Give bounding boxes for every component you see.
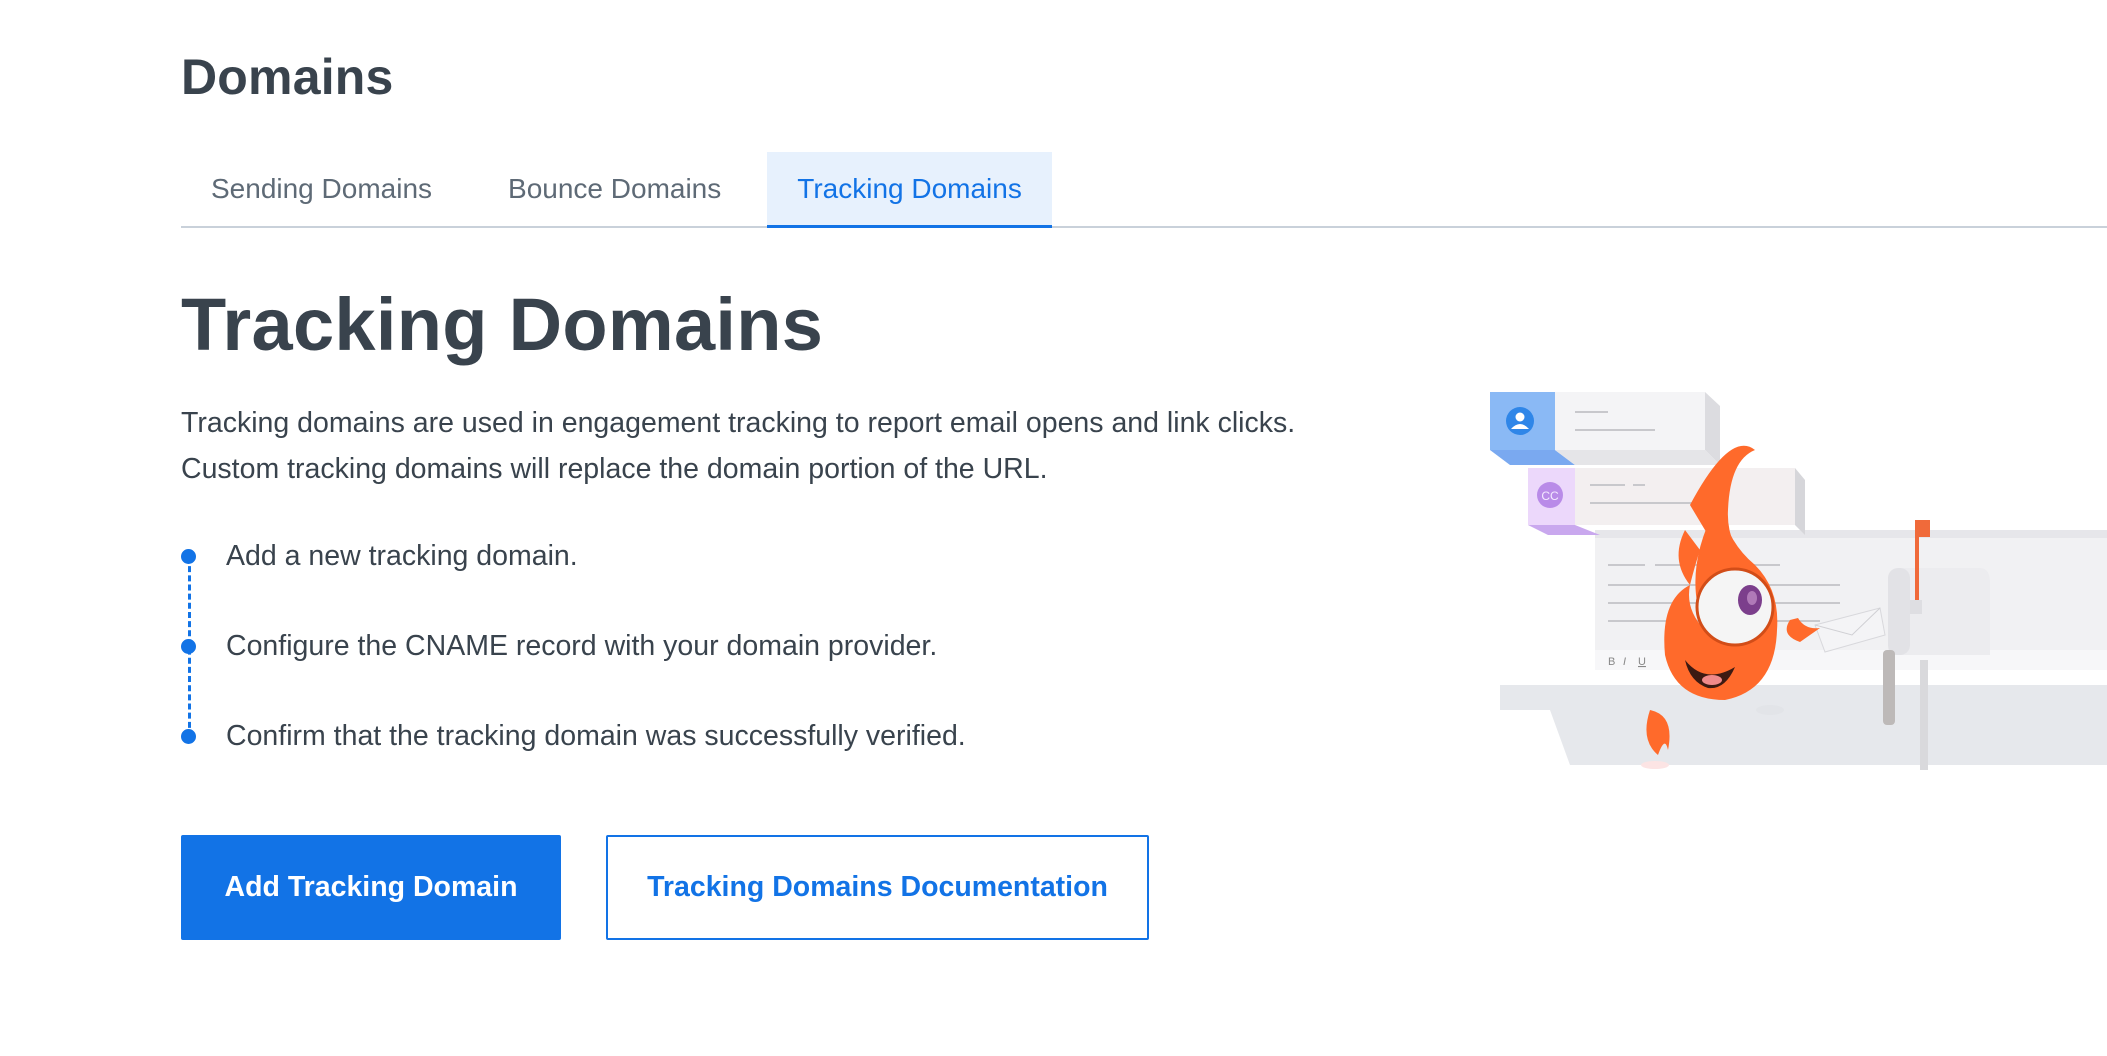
tab-tracking-domains[interactable]: Tracking Domains <box>767 152 1052 228</box>
recipient-card <box>1490 392 1720 465</box>
mascot-eye <box>1695 567 1775 647</box>
setup-steps: Add a new tracking domain. Configure the… <box>181 535 966 805</box>
step-text: Configure the CNAME record with your dom… <box>226 630 938 662</box>
bold-icon: B <box>1608 656 1615 668</box>
section-title: Tracking Domains <box>181 283 824 366</box>
domain-tabs: Sending Domains Bounce Domains Tracking … <box>181 152 2107 228</box>
tab-bounce-domains[interactable]: Bounce Domains <box>478 152 751 226</box>
step-dot-icon <box>181 549 196 564</box>
page-title: Domains <box>181 49 394 105</box>
tab-sending-domains[interactable]: Sending Domains <box>181 152 462 226</box>
mascot-illustration: B I U CC <box>1490 392 2107 770</box>
step-text: Confirm that the tracking domain was suc… <box>226 720 966 752</box>
floor-shadow <box>1500 685 2107 765</box>
underline-icon: U <box>1638 656 1646 668</box>
step-item: Add a new tracking domain. <box>181 535 966 625</box>
step-item: Configure the CNAME record with your dom… <box>181 625 966 715</box>
step-item: Confirm that the tracking domain was suc… <box>181 715 966 805</box>
tracking-domains-documentation-button[interactable]: Tracking Domains Documentation <box>606 835 1149 940</box>
svg-text:CC: CC <box>1541 489 1559 503</box>
section-description: Tracking domains are used in engagement … <box>181 407 1296 485</box>
step-text: Add a new tracking domain. <box>226 540 578 572</box>
cc-card: CC <box>1528 468 1805 535</box>
add-tracking-domain-button[interactable]: Add Tracking Domain <box>181 835 561 940</box>
step-dot-icon <box>181 729 196 744</box>
step-dot-icon <box>181 639 196 654</box>
italic-icon: I <box>1623 656 1626 668</box>
